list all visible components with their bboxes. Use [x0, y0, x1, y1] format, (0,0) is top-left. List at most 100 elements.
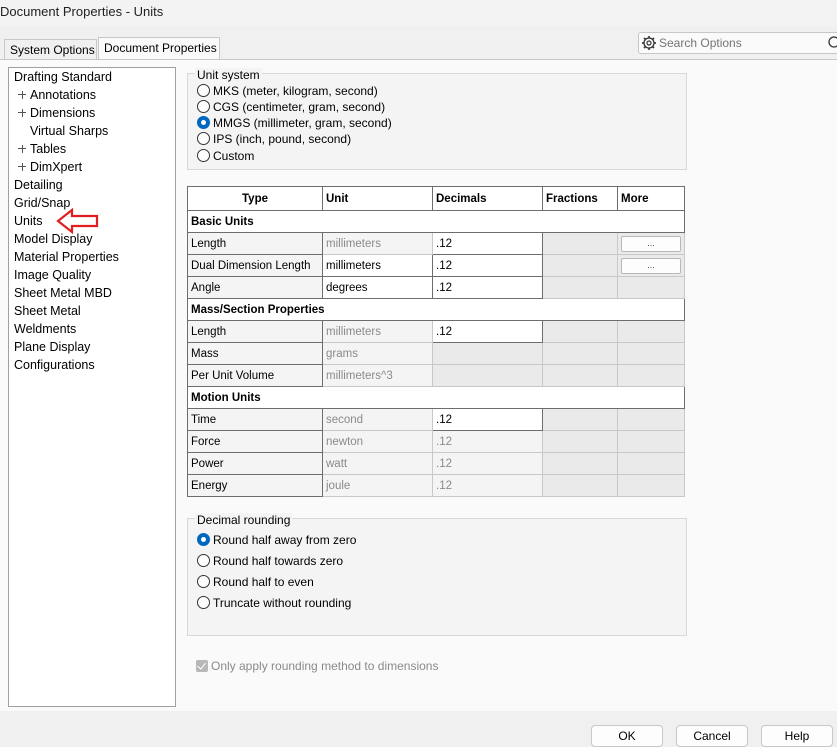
search-icon[interactable] — [827, 36, 837, 50]
radio-button[interactable] — [197, 100, 210, 113]
decimals-cell[interactable]: .12 — [432, 474, 543, 497]
table-row: Length millimeters .12 ... — [187, 232, 685, 255]
radio-button[interactable] — [197, 575, 210, 588]
search-input[interactable] — [659, 35, 819, 51]
decimals-cell[interactable]: .12 — [432, 232, 543, 255]
radio-button-selected[interactable] — [197, 533, 210, 546]
more-button[interactable]: ... — [621, 235, 681, 252]
expand-icon[interactable] — [17, 162, 27, 172]
section-label: Motion Units — [187, 386, 685, 409]
tree-item-dimxpert[interactable]: DimXpert — [17, 158, 82, 176]
radio-mmgs[interactable]: MMGS (millimeter, gram, second) — [197, 115, 392, 131]
tree-item-sheet-metal[interactable]: Sheet Metal — [14, 302, 81, 320]
options-tree: Drafting Standard Annotations Dimensions… — [8, 67, 176, 707]
tree-item-material-properties[interactable]: Material Properties — [14, 248, 119, 266]
cancel-button[interactable]: Cancel — [676, 725, 748, 747]
tree-item-label: Dimensions — [30, 106, 96, 120]
unit-cell[interactable]: second — [322, 408, 433, 431]
decimals-cell[interactable]: .12 — [432, 452, 543, 475]
more-button[interactable]: ... — [621, 257, 681, 274]
radio-button[interactable] — [197, 84, 210, 97]
tree-item-tables[interactable]: Tables — [17, 140, 66, 158]
radio-round-half-even[interactable]: Round half to even — [197, 574, 314, 590]
tree-item-sheet-metal-mbd[interactable]: Sheet Metal MBD — [14, 284, 112, 302]
tree-item-detailing[interactable]: Detailing — [14, 176, 63, 194]
tree-item-label: Tables — [30, 142, 67, 156]
radio-cgs[interactable]: CGS (centimeter, gram, second) — [197, 99, 385, 115]
tree-item-label: Plane Display — [14, 340, 91, 354]
unit-cell[interactable]: grams — [322, 342, 433, 365]
tree-item-label: Model Display — [14, 232, 93, 246]
radio-custom[interactable]: Custom — [197, 148, 254, 164]
tab-document-properties[interactable]: Document Properties — [98, 37, 220, 59]
tree-item-dimensions[interactable]: Dimensions — [17, 104, 95, 122]
unit-cell[interactable]: millimeters — [322, 232, 433, 255]
type-cell: Energy — [187, 474, 323, 497]
more-cell — [617, 276, 685, 299]
radio-button[interactable] — [197, 149, 210, 162]
unit-cell[interactable]: millimeters — [322, 320, 433, 343]
expand-icon[interactable] — [17, 144, 27, 154]
decimals-cell[interactable]: .12 — [432, 408, 543, 431]
tree-item-image-quality[interactable]: Image Quality — [14, 266, 91, 284]
checkbox-label: Only apply rounding method to dimensions — [211, 659, 439, 673]
unit-cell[interactable]: watt — [322, 452, 433, 475]
radio-button[interactable] — [197, 554, 210, 567]
type-cell: Angle — [187, 276, 323, 299]
type-cell: Mass — [187, 342, 323, 365]
ok-button[interactable]: OK — [591, 725, 663, 747]
tree-item-weldments[interactable]: Weldments — [14, 320, 76, 338]
search-box[interactable] — [638, 32, 837, 54]
help-button[interactable]: Help — [761, 725, 833, 747]
radio-label: IPS (inch, pound, second) — [213, 132, 352, 146]
expand-icon[interactable] — [17, 90, 27, 100]
tree-item-virtual-sharps[interactable]: Virtual Sharps — [17, 122, 108, 140]
radio-button[interactable] — [197, 596, 210, 609]
fractions-cell — [542, 342, 618, 365]
column-header-type: Type — [187, 186, 323, 211]
column-header-more: More — [617, 186, 685, 211]
decimals-cell[interactable]: .12 — [432, 276, 543, 299]
expand-icon[interactable] — [17, 108, 27, 118]
radio-round-half-away[interactable]: Round half away from zero — [197, 532, 356, 548]
unit-cell[interactable]: millimeters^3 — [322, 364, 433, 387]
tree-item-label: Weldments — [14, 322, 77, 336]
fractions-cell — [542, 232, 618, 255]
unit-cell[interactable]: newton — [322, 430, 433, 453]
tab-system-options[interactable]: System Options — [4, 39, 97, 59]
radio-button-selected[interactable] — [197, 116, 210, 129]
radio-ips[interactable]: IPS (inch, pound, second) — [197, 131, 351, 147]
table-row: Per Unit Volume millimeters^3 — [187, 364, 685, 387]
radio-button[interactable] — [197, 132, 210, 145]
radio-truncate[interactable]: Truncate without rounding — [197, 595, 351, 611]
tree-item-units[interactable]: Units — [14, 212, 42, 230]
section-row-motion-units: Motion Units — [187, 386, 685, 409]
red-arrow-annotation-icon — [56, 208, 99, 234]
checkbox-checked-icon[interactable] — [196, 660, 208, 672]
title-bar: Document Properties - Units — [0, 0, 837, 26]
tree-item-label: Virtual Sharps — [30, 124, 109, 138]
decimals-cell[interactable]: .12 — [432, 430, 543, 453]
unit-cell[interactable]: degrees — [322, 276, 433, 299]
tree-item-plane-display[interactable]: Plane Display — [14, 338, 90, 356]
radio-mks[interactable]: MKS (meter, kilogram, second) — [197, 83, 378, 99]
unit-cell[interactable]: joule — [322, 474, 433, 497]
only-apply-checkbox[interactable]: Only apply rounding method to dimensions — [196, 659, 438, 675]
fractions-cell — [542, 364, 618, 387]
tree-item-label: Sheet Metal — [14, 304, 81, 318]
tree-item-label: DimXpert — [30, 160, 83, 174]
unit-cell[interactable]: millimeters — [322, 254, 433, 277]
tree-item-label: Detailing — [14, 178, 63, 192]
radio-round-half-towards[interactable]: Round half towards zero — [197, 553, 343, 569]
fractions-cell — [542, 320, 618, 343]
section-label: Basic Units — [187, 210, 685, 233]
decimals-cell[interactable]: .12 — [432, 254, 543, 277]
section-row-mass-properties: Mass/Section Properties — [187, 298, 685, 321]
decimals-cell[interactable]: .12 — [432, 320, 543, 343]
tree-item-drafting-standard[interactable]: Drafting Standard — [14, 68, 112, 86]
decimal-rounding-group: Decimal rounding Round half away from ze… — [187, 513, 687, 636]
table-row: Energy joule .12 — [187, 474, 685, 497]
tree-item-label: Sheet Metal MBD — [14, 286, 112, 300]
tree-item-annotations[interactable]: Annotations — [17, 86, 96, 104]
tree-item-configurations[interactable]: Configurations — [14, 356, 95, 374]
